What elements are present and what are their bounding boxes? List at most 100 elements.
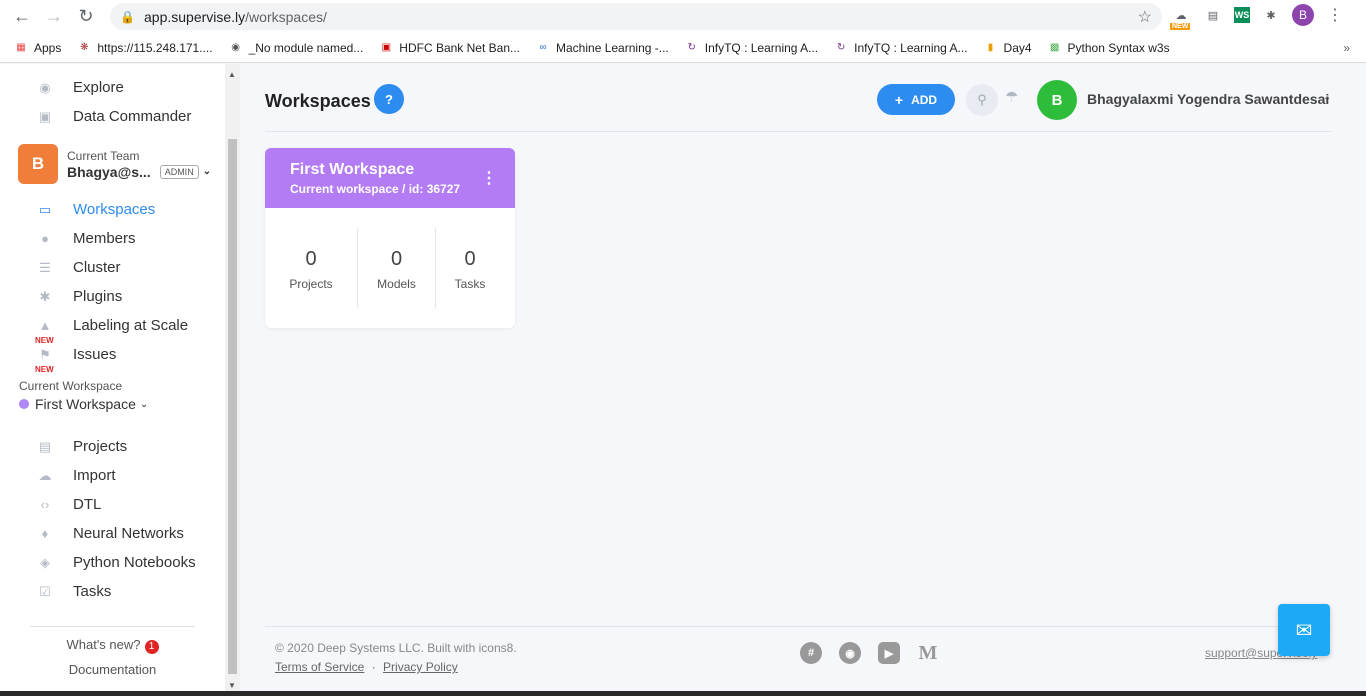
cloud-upload-icon: ☁ [38,467,52,483]
ws-extension-icon[interactable]: WS [1234,7,1250,23]
chat-icon: ✉ [1295,619,1313,642]
sidebar-item-projects[interactable]: ▤ Projects [0,432,225,461]
sidebar-item-labeling-at-scale[interactable]: ▲ NEW Labeling at Scale [0,311,225,345]
bookmark-machine-learning[interactable]: ∞ Machine Learning -... [536,41,668,55]
chevron-down-icon[interactable]: ⌄ [203,166,211,177]
sidebar-item-data-commander[interactable]: ▣ Data Commander [0,102,225,131]
scroll-down-icon[interactable]: ▼ [228,681,236,690]
add-workspace-button[interactable]: + ADD [877,84,955,115]
new-badge: NEW [35,364,54,374]
sidebar-item-issues[interactable]: ⚑ NEW Issues [0,340,225,374]
bookmark-apps[interactable]: ▦ Apps [14,41,61,55]
bookmark-infytq-2[interactable]: ↻ InfyTQ : Learning A... [834,41,968,55]
sidebar: ◉ Explore ▣ Data Commander B Current Tea… [0,64,225,696]
sidebar-item-label: Neural Networks [73,525,184,542]
bookmark-site[interactable]: ❋ https://115.248.171.... [77,41,212,55]
coursera-icon: ∞ [539,42,547,53]
whats-new-link[interactable]: What's new? 1 [0,637,225,654]
code-icon: ‹› [40,497,50,512]
workspace-card-header[interactable]: First Workspace Current workspace / id: … [265,148,515,208]
forward-icon[interactable]: → [38,1,70,33]
extension-new-icon[interactable]: ☁ NEW [1170,4,1192,30]
profile-avatar[interactable]: B [1292,4,1314,26]
more-bookmarks-icon[interactable]: » [1343,41,1350,55]
scroll-up-icon[interactable]: ▲ [228,70,236,79]
sidebar-item-tasks[interactable]: ☑ Tasks [0,577,225,606]
stat-label: Tasks [454,277,486,291]
graduation-icon: ▲ NEW [35,318,54,345]
sidebar-item-plugins[interactable]: ✱ Plugins [0,282,225,311]
bookmarks-bar: ▦ Apps ❋ https://115.248.171.... ◉ _No modu… [0,33,1366,63]
stat-value: 0 [390,248,403,270]
bell-icon[interactable]: ☂ [1005,88,1018,106]
chart-extension-icon[interactable]: ▤ [1202,4,1224,26]
sidebar-item-label: Issues [73,346,117,363]
infytq-icon: ↻ [836,42,846,53]
workspace-card-title[interactable]: First Workspace [290,161,490,179]
sidebar-item-neural-networks[interactable]: ♦ Neural Networks [0,519,225,548]
sidebar-item-workspaces[interactable]: ▭ Workspaces [0,195,225,224]
sidebar-scrollbar[interactable]: ▲ ▼ [225,64,240,696]
sidebar-item-explore[interactable]: ◉ Explore [0,73,225,102]
help-button[interactable]: ? [374,84,404,114]
chevron-down-icon: ⌄ [139,398,149,410]
workspace-name: First Workspace [35,396,136,412]
user-name[interactable]: Bhagyalaxmi Yogendra Sawantdesai [1087,91,1329,107]
plus-icon: + [894,91,904,108]
globe-icon: ◉ [39,79,51,95]
team-name: Bhagya@s... [67,163,151,180]
sidebar-item-dtl[interactable]: ‹› DTL [0,490,225,519]
chevron-down-icon[interactable]: ⌄ [1323,92,1331,103]
browser-menu-icon[interactable]: ⋮ [1324,4,1346,26]
team-name-row: Bhagya@s... ADMIN ⌄ [67,164,211,180]
workspace-card[interactable]: First Workspace Current workspace / id: … [265,148,515,328]
site-icon: ❋ [80,42,89,53]
extensions-puzzle-icon[interactable]: ✱ [1260,4,1282,26]
slack-icon[interactable]: # [800,642,822,664]
bookmark-star-icon[interactable]: ☆ [1138,7,1152,27]
bookmark-python-w3s[interactable]: ▩ Python Syntax w3s [1048,41,1170,55]
apps-grid-icon: ▦ [16,42,26,53]
stat-models[interactable]: 0 Models [358,228,435,308]
search-icon[interactable]: ⚲ [966,84,998,116]
medium-icon[interactable]: M [917,642,939,664]
bookmark-day4[interactable]: ▮ Day4 [984,41,1032,55]
puzzle-icon: ✱ [39,288,51,304]
bookmark-no-module[interactable]: ◉ _No module named... [229,41,363,55]
stat-tasks[interactable]: 0 Tasks [436,228,504,308]
privacy-link[interactable]: Privacy Policy [383,660,458,674]
sidebar-item-import[interactable]: ☁ Import [0,461,225,490]
youtube-icon[interactable]: ▶ [878,642,900,664]
github-icon[interactable]: ◉ [839,642,861,664]
sidebar-item-label: Explore [73,79,124,96]
team-selector[interactable]: B Current Team Bhagya@s... ADMIN ⌄ [0,139,225,189]
stat-value: 0 [305,248,317,270]
reload-icon[interactable]: ↻ [70,1,102,33]
copyright: © 2020 Deep Systems LLC. Built with icon… [275,641,517,655]
new-tag: NEW [1170,23,1191,30]
book-icon: ▮ [987,42,994,53]
images-icon: ▤ [38,438,52,454]
sidebar-item-python-notebooks[interactable]: ◈ Python Notebooks [0,548,225,577]
bookmark-hdfc[interactable]: ▣ HDFC Bank Net Ban... [379,41,520,55]
scroll-thumb[interactable] [228,139,237,674]
team-avatar: B [18,144,58,184]
chat-support-button[interactable]: ✉ [1278,604,1330,656]
sidebar-item-cluster[interactable]: ☰ Cluster [0,253,225,282]
footer-links: Terms of Service · Privacy Policy [275,660,458,674]
more-options-icon[interactable]: ⋮ [481,168,497,188]
user-avatar[interactable]: B [1037,80,1077,120]
address-bar[interactable]: 🔒 app.supervise.ly/workspaces/ ☆ [110,3,1162,30]
current-workspace-label: Current Workspace [19,379,123,393]
sidebar-item-label: Plugins [73,288,123,305]
sidebar-item-label: Labeling at Scale [73,317,189,334]
stat-projects[interactable]: 0 Projects [265,228,357,308]
admin-badge: ADMIN [159,164,199,179]
back-icon[interactable]: ← [6,1,38,33]
bookmark-infytq-1[interactable]: ↻ InfyTQ : Learning A... [685,41,819,55]
sidebar-item-members[interactable]: ● Members [0,224,225,253]
workspace-selector[interactable]: First Workspace ⌄ [0,396,225,412]
documentation-link[interactable]: Documentation [0,662,225,677]
sidebar-divider [30,626,195,627]
terms-link[interactable]: Terms of Service [275,660,364,674]
